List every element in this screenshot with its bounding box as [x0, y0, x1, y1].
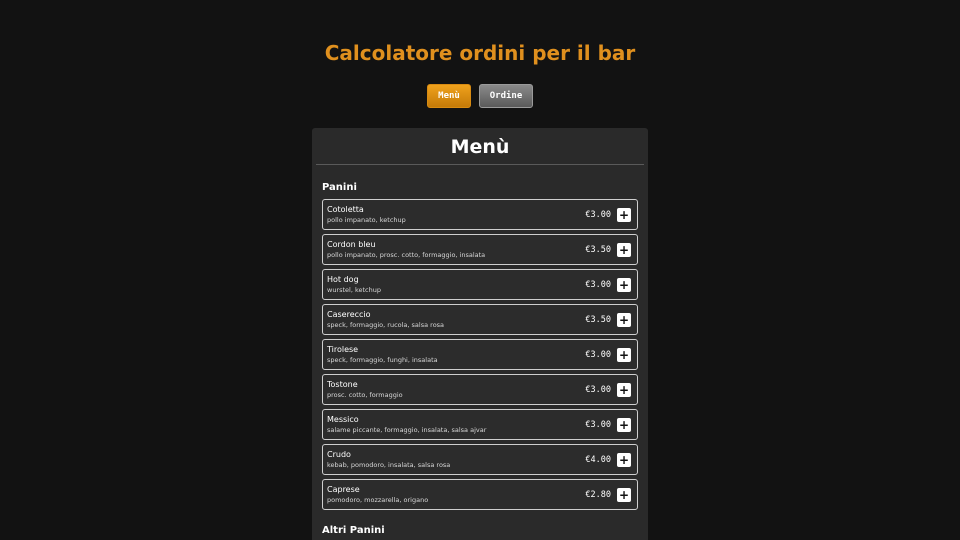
item-name: Hot dog	[327, 275, 359, 284]
item-name: Tostone	[327, 380, 358, 389]
menu-item: Casereccio speck, formaggio, rucola, sal…	[322, 304, 638, 335]
item-description: wurstel, ketchup	[327, 286, 381, 294]
tab-bar: Menù Ordine	[0, 84, 960, 108]
add-item-button[interactable]: +	[617, 452, 631, 467]
add-item-button[interactable]: +	[617, 347, 631, 362]
menu-panel: Menù Panini Cotoletta pollo impanato, ke…	[312, 128, 648, 540]
menu-item: Crudo kebab, pomodoro, insalata, salsa r…	[322, 444, 638, 475]
add-item-button[interactable]: +	[617, 277, 631, 292]
add-item-button[interactable]: +	[617, 242, 631, 257]
menu-item: Tirolese speck, formaggio, funghi, insal…	[322, 339, 638, 370]
menu-item: Hot dog wurstel, ketchup €3.00 +	[322, 269, 638, 300]
plus-icon: +	[618, 417, 630, 432]
panel-divider	[316, 164, 644, 165]
panel-title: Menù	[450, 136, 510, 158]
plus-icon: +	[618, 277, 630, 292]
item-price: €2.80	[585, 489, 611, 500]
plus-icon: +	[618, 207, 630, 222]
plus-icon: +	[618, 382, 630, 397]
item-price: €4.00	[585, 454, 611, 465]
item-name: Messico	[327, 415, 359, 424]
plus-icon: +	[618, 452, 630, 467]
item-name: Crudo	[327, 450, 351, 459]
menu-item: Caprese pomodoro, mozzarella, origano €2…	[322, 479, 638, 510]
item-name: Casereccio	[327, 310, 371, 319]
item-price: €3.00	[585, 384, 611, 395]
plus-icon: +	[618, 347, 630, 362]
item-name: Caprese	[327, 485, 360, 494]
plus-icon: +	[618, 487, 630, 502]
item-description: pollo impanato, ketchup	[327, 216, 406, 224]
app-title: Calcolatore ordini per il bar	[324, 41, 636, 65]
menu-item: Cotoletta pollo impanato, ketchup €3.00 …	[322, 199, 638, 230]
item-price: €3.50	[585, 244, 611, 255]
item-name: Cotoletta	[327, 205, 364, 214]
item-description: pomodoro, mozzarella, origano	[327, 496, 429, 504]
section-title-altri-panini: Altri Panini	[322, 525, 385, 536]
plus-icon: +	[618, 312, 630, 327]
item-name: Cordon bleu	[327, 240, 376, 249]
tab-menu[interactable]: Menù	[427, 84, 471, 108]
item-price: €3.50	[585, 314, 611, 325]
item-description: kebab, pomodoro, insalata, salsa rosa	[327, 461, 451, 469]
item-description: pollo impanato, prosc. cotto, formaggio,…	[327, 251, 486, 259]
item-price: €3.00	[585, 279, 611, 290]
menu-item: Messico salame piccante, formaggio, insa…	[322, 409, 638, 440]
tab-order[interactable]: Ordine	[479, 84, 533, 108]
add-item-button[interactable]: +	[617, 487, 631, 502]
item-description: salame piccante, formaggio, insalata, sa…	[327, 426, 487, 434]
app-page: Calcolatore ordini per il bar Menù Ordin…	[0, 0, 960, 540]
item-name: Tirolese	[327, 345, 359, 354]
add-item-button[interactable]: +	[617, 417, 631, 432]
add-item-button[interactable]: +	[617, 382, 631, 397]
menu-item: Cordon bleu pollo impanato, prosc. cotto…	[322, 234, 638, 265]
section-title-panini: Panini	[322, 182, 357, 193]
item-description: speck, formaggio, funghi, insalata	[327, 356, 438, 364]
item-price: €3.00	[585, 209, 611, 220]
add-item-button[interactable]: +	[617, 207, 631, 222]
menu-item: Tostone prosc. cotto, formaggio €3.00 +	[322, 374, 638, 405]
plus-icon: +	[618, 242, 630, 257]
item-description: speck, formaggio, rucola, salsa rosa	[327, 321, 445, 329]
item-description: prosc. cotto, formaggio	[327, 391, 403, 399]
item-price: €3.00	[585, 349, 611, 360]
panini-list: Cotoletta pollo impanato, ketchup €3.00 …	[312, 199, 648, 510]
item-price: €3.00	[585, 419, 611, 430]
add-item-button[interactable]: +	[617, 312, 631, 327]
